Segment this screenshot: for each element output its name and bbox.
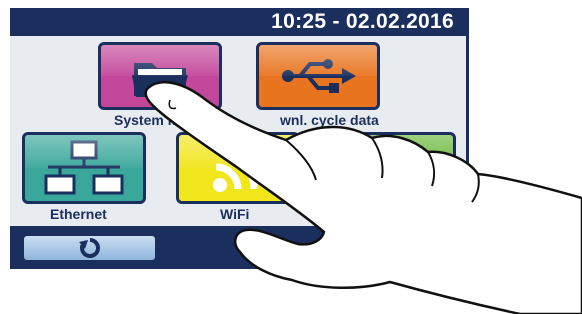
device-screen: 10:25 - 02.02.2016 System m wnl. cycle d…	[10, 8, 469, 269]
wifi-label: WiFi	[220, 206, 250, 222]
green-tile[interactable]	[332, 132, 456, 204]
download-cycle-data-label: wnl. cycle data	[280, 112, 379, 128]
refresh-icon	[78, 238, 100, 258]
clock-display: 10:25 - 02.02.2016	[271, 10, 454, 33]
system-menu-label: System m	[114, 112, 181, 128]
wifi-tile[interactable]	[176, 132, 300, 204]
back-button[interactable]	[22, 234, 157, 262]
download-cycle-data-tile[interactable]	[256, 42, 380, 110]
ethernet-tile[interactable]	[22, 132, 146, 204]
ethernet-label: Ethernet	[50, 206, 107, 222]
system-menu-tile[interactable]	[98, 42, 222, 110]
status-bar: 10:25 - 02.02.2016	[10, 8, 466, 36]
